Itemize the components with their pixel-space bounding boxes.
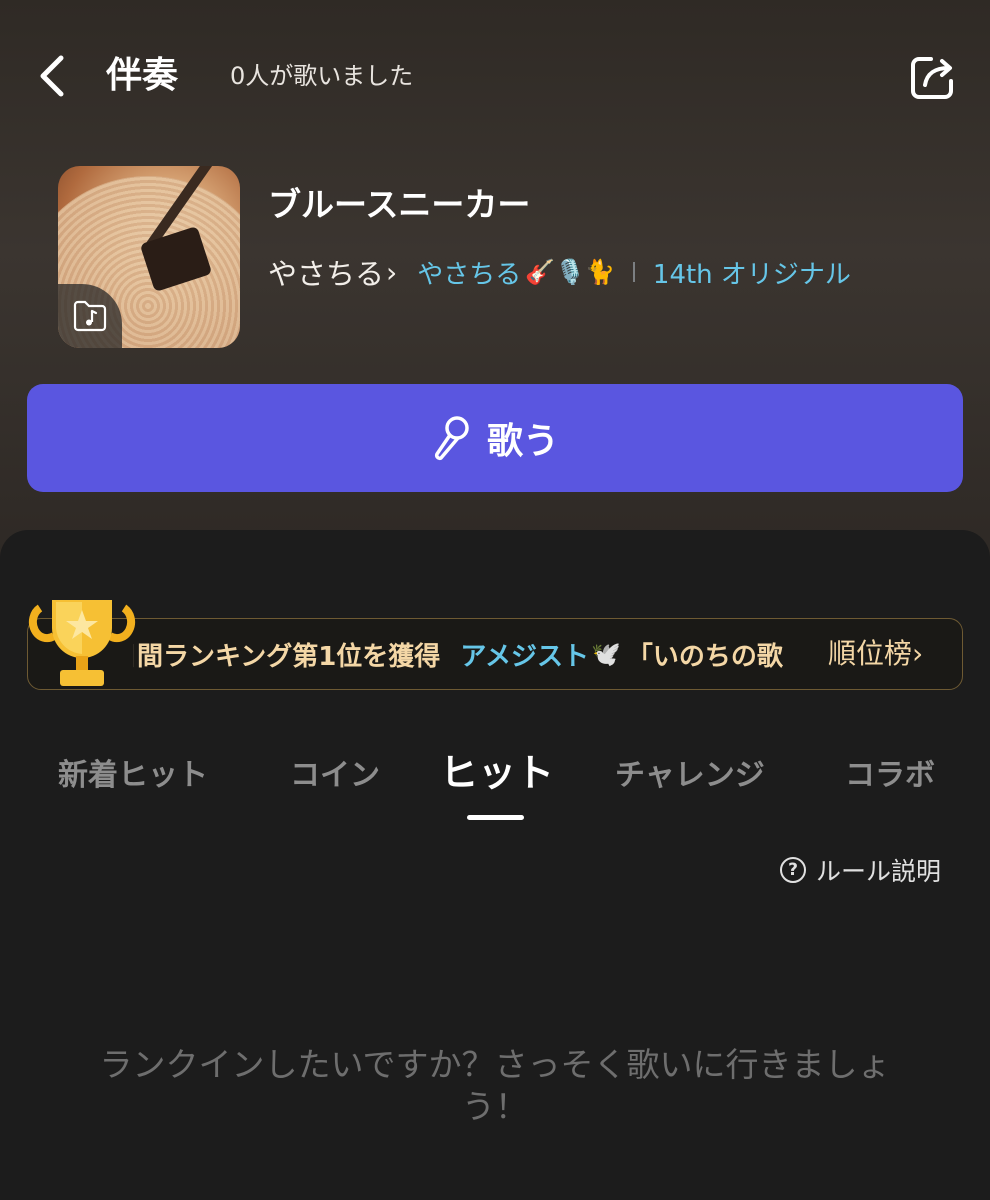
tab-new-hits[interactable]: 新着ヒット bbox=[58, 750, 208, 794]
song-meta-row: やさちる › やさちる 🎸 🎙️ 🐈 14th オリジナル bbox=[268, 248, 851, 296]
share-button[interactable] bbox=[906, 50, 960, 104]
trophy-icon bbox=[28, 600, 136, 686]
microphone-icon bbox=[434, 416, 469, 461]
tab-challenge[interactable]: チャレンジ bbox=[615, 750, 765, 794]
uploader-emojis: 🎸 🎙️ 🐈 bbox=[525, 258, 615, 286]
ticker-achievement: 日間ランキング第1位を獲得 bbox=[133, 641, 441, 672]
sing-button-label: 歌う bbox=[486, 421, 559, 462]
meta-divider bbox=[632, 262, 635, 282]
page-title: 伴奏 bbox=[106, 55, 179, 96]
chevron-right-icon: › bbox=[912, 637, 924, 670]
tab-collab[interactable]: コラボ bbox=[845, 750, 935, 794]
chevron-left-icon bbox=[40, 55, 64, 97]
dove-emoji-icon: 🕊️ bbox=[591, 640, 621, 668]
sing-count: 0人が歌いました bbox=[230, 62, 414, 90]
chevron-right-icon: › bbox=[386, 255, 398, 289]
rules-link[interactable]: ? ルール説明 bbox=[780, 852, 941, 888]
ranking-ticker: 日間ランキング第1位を獲得 アメジスト 🕊️ 「いのちの歌 bbox=[133, 633, 805, 675]
ranking-link-label: 順位榜 bbox=[828, 637, 913, 670]
tab-hit[interactable]: ヒット bbox=[440, 742, 554, 797]
song-tag: 14th オリジナル bbox=[652, 259, 851, 290]
share-icon bbox=[911, 57, 953, 99]
song-cover-image[interactable] bbox=[58, 166, 240, 348]
microphone-emoji-icon: 🎙️ bbox=[555, 258, 586, 286]
song-title: ブルースニーカー bbox=[268, 185, 531, 224]
back-button[interactable] bbox=[30, 52, 74, 100]
artist-link[interactable]: やさちる bbox=[268, 251, 384, 293]
active-tab-indicator bbox=[467, 815, 524, 820]
ticker-song: 「いのちの歌 bbox=[626, 641, 783, 672]
rules-label: ルール説明 bbox=[816, 857, 942, 886]
ticker-user: アメジスト bbox=[460, 641, 590, 672]
empty-state-message: ランクインしたいですか？さっそく歌いに行きましょう！ bbox=[99, 1045, 891, 1126]
ranking-list-link[interactable]: 順位榜› bbox=[828, 633, 923, 675]
guitar-emoji-icon: 🎸 bbox=[525, 258, 556, 286]
sing-button[interactable]: 歌う bbox=[27, 384, 963, 492]
tab-coin[interactable]: コイン bbox=[290, 750, 380, 794]
music-folder-icon bbox=[73, 300, 107, 332]
question-circle-icon: ? bbox=[780, 857, 806, 883]
cat-emoji-icon: 🐈 bbox=[585, 258, 615, 286]
uploader-link[interactable]: やさちる bbox=[417, 254, 521, 291]
